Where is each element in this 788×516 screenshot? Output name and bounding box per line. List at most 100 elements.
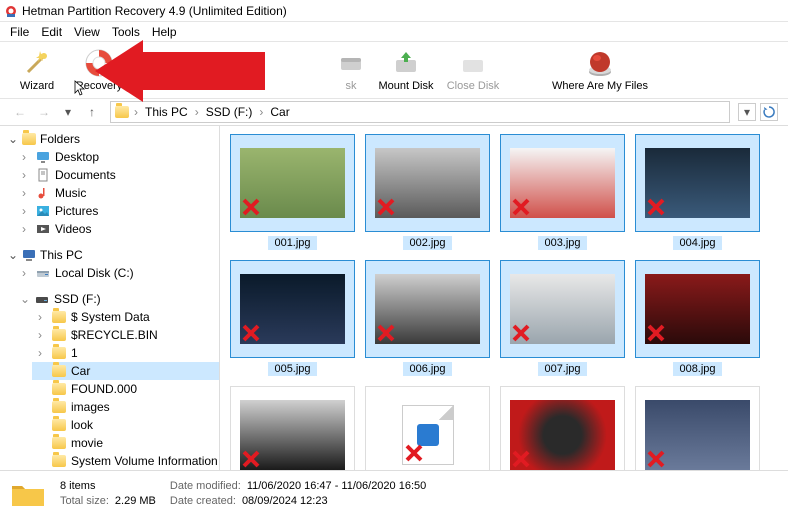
chevron-right-icon: › <box>192 105 202 119</box>
folder-tree[interactable]: ⌄ Folders ›Desktop ›Documents ›Music ›Pi… <box>0 126 220 470</box>
file-name: 001.jpg <box>268 236 316 250</box>
disk-button-hidden[interactable]: sk <box>334 43 368 97</box>
chevron-down-icon[interactable]: ⌄ <box>8 132 18 146</box>
deleted-x-icon <box>242 324 260 342</box>
nav-dropdown-button[interactable]: ▾ <box>58 102 78 122</box>
disk-hidden-label: sk <box>346 80 357 92</box>
tree-thispc-root[interactable]: ⌄ This PC <box>0 246 219 264</box>
deleted-x-icon <box>242 198 260 216</box>
file-name: 002.jpg <box>403 236 451 250</box>
chevron-right-icon: › <box>131 105 141 119</box>
folder-icon <box>22 132 36 146</box>
tree-item-documents[interactable]: ›Documents <box>16 166 219 184</box>
chevron-right-icon[interactable]: › <box>22 266 32 280</box>
chevron-right-icon[interactable]: › <box>22 222 32 236</box>
computer-icon <box>22 248 36 262</box>
status-modified-value: 11/06/2020 16:47 - 11/06/2020 16:50 <box>247 480 426 492</box>
menu-help[interactable]: Help <box>146 23 183 41</box>
mount-disk-button[interactable]: Mount Disk <box>376 43 436 97</box>
folder-icon <box>52 328 66 342</box>
chevron-right-icon[interactable]: › <box>38 346 48 360</box>
mount-disk-label: Mount Disk <box>378 80 433 92</box>
where-files-button[interactable]: Where Are My Files <box>550 43 650 97</box>
breadcrumb[interactable]: › This PC › SSD (F:) › Car <box>110 101 730 123</box>
tree-item-videos[interactable]: ›Videos <box>16 220 219 238</box>
file-thumb[interactable]: 010.jpg <box>365 386 490 470</box>
chevron-right-icon[interactable]: › <box>22 204 32 218</box>
folder-icon <box>52 364 66 378</box>
file-thumb[interactable]: 008.jpg <box>635 260 760 376</box>
nav-up-button[interactable]: ↑ <box>82 102 102 122</box>
status-totalsize-label: Total size: <box>60 495 109 507</box>
menu-tools[interactable]: Tools <box>106 23 146 41</box>
menu-view[interactable]: View <box>68 23 106 41</box>
folder-icon <box>52 436 66 450</box>
generic-image-icon <box>402 405 454 465</box>
refresh-button[interactable] <box>760 103 778 121</box>
nav-forward-button[interactable]: → <box>34 102 54 122</box>
tree-item-movie[interactable]: movie <box>32 434 219 452</box>
tree-item-recycle[interactable]: ›$RECYCLE.BIN <box>32 326 219 344</box>
chevron-down-icon[interactable]: ⌄ <box>20 292 30 306</box>
wizard-button[interactable]: Wizard <box>10 43 64 97</box>
drive-icon <box>36 266 50 280</box>
file-thumb[interactable]: 009.jpg <box>230 386 355 470</box>
file-thumb[interactable]: 007.jpg <box>500 260 625 376</box>
file-thumb[interactable]: 006.jpg <box>365 260 490 376</box>
tree-item-sysdata[interactable]: ›$ System Data <box>32 308 219 326</box>
chevron-down-icon[interactable]: ⌄ <box>8 248 18 262</box>
red-button-icon <box>585 48 615 78</box>
menu-file[interactable]: File <box>4 23 35 41</box>
file-thumb[interactable]: 004.jpg <box>635 134 760 250</box>
tree-thispc-label: This PC <box>40 248 83 262</box>
file-name: 005.jpg <box>268 362 316 376</box>
file-thumb[interactable]: 003.jpg <box>500 134 625 250</box>
app-icon <box>4 4 18 18</box>
crumb-drive[interactable]: SSD (F:) <box>204 105 255 119</box>
tree-item-images[interactable]: images <box>32 398 219 416</box>
tree-item-look[interactable]: look <box>32 416 219 434</box>
tree-item-music[interactable]: ›Music <box>16 184 219 202</box>
crumb-folder[interactable]: Car <box>268 105 291 119</box>
chevron-right-icon[interactable]: › <box>22 186 32 200</box>
tree-item-car[interactable]: Car <box>32 362 219 380</box>
status-items: 8 items <box>60 480 156 492</box>
status-created-value: 08/09/2024 12:23 <box>242 495 328 507</box>
videos-icon <box>36 222 50 236</box>
nav-back-button[interactable]: ← <box>10 102 30 122</box>
chevron-right-icon[interactable]: › <box>22 168 32 182</box>
chevron-right-icon[interactable]: › <box>38 328 48 342</box>
main-area: ⌄ Folders ›Desktop ›Documents ›Music ›Pi… <box>0 126 788 470</box>
drive-icon <box>35 292 49 306</box>
menu-edit[interactable]: Edit <box>35 23 68 41</box>
folder-icon <box>52 310 66 324</box>
pictures-icon <box>36 204 50 218</box>
tree-folders-root[interactable]: ⌄ Folders <box>0 130 219 148</box>
toolbar: Wizard Recovery sk Mount Disk Close Disk <box>0 42 788 98</box>
file-name: 004.jpg <box>673 236 721 250</box>
tree-item-1[interactable]: ›1 <box>32 344 219 362</box>
chevron-right-icon[interactable]: › <box>22 150 32 164</box>
crumb-thispc[interactable]: This PC <box>143 105 190 119</box>
file-grid[interactable]: 001.jpg 002.jpg 003.jpg 004.jpg 005.jpg … <box>220 126 788 470</box>
recovery-button[interactable]: Recovery <box>72 43 126 97</box>
chevron-right-icon[interactable]: › <box>38 310 48 324</box>
status-modified-label: Date modified: <box>170 480 241 492</box>
file-thumb[interactable]: 002.jpg <box>365 134 490 250</box>
tree-item-pictures[interactable]: ›Pictures <box>16 202 219 220</box>
file-thumb[interactable]: 001.jpg <box>230 134 355 250</box>
status-bar: 8 items Total size:2.29 MB Date modified… <box>0 470 788 516</box>
file-thumb[interactable]: 005.jpg <box>230 260 355 376</box>
file-thumb[interactable]: 012.jpg <box>635 386 760 470</box>
tree-item-svi[interactable]: System Volume Information <box>32 452 219 470</box>
breadcrumb-history-button[interactable]: ▾ <box>738 103 756 121</box>
file-thumb[interactable]: 011.jpg <box>500 386 625 470</box>
deleted-x-icon <box>377 198 395 216</box>
tree-item-ssd[interactable]: ⌄SSD (F:) <box>16 290 219 308</box>
folder-icon <box>52 382 66 396</box>
tree-item-localdisk[interactable]: ›Local Disk (C:) <box>16 264 219 282</box>
close-disk-button[interactable]: Close Disk <box>444 43 502 97</box>
tree-item-found000[interactable]: FOUND.000 <box>32 380 219 398</box>
folder-icon <box>52 346 66 360</box>
tree-item-desktop[interactable]: ›Desktop <box>16 148 219 166</box>
